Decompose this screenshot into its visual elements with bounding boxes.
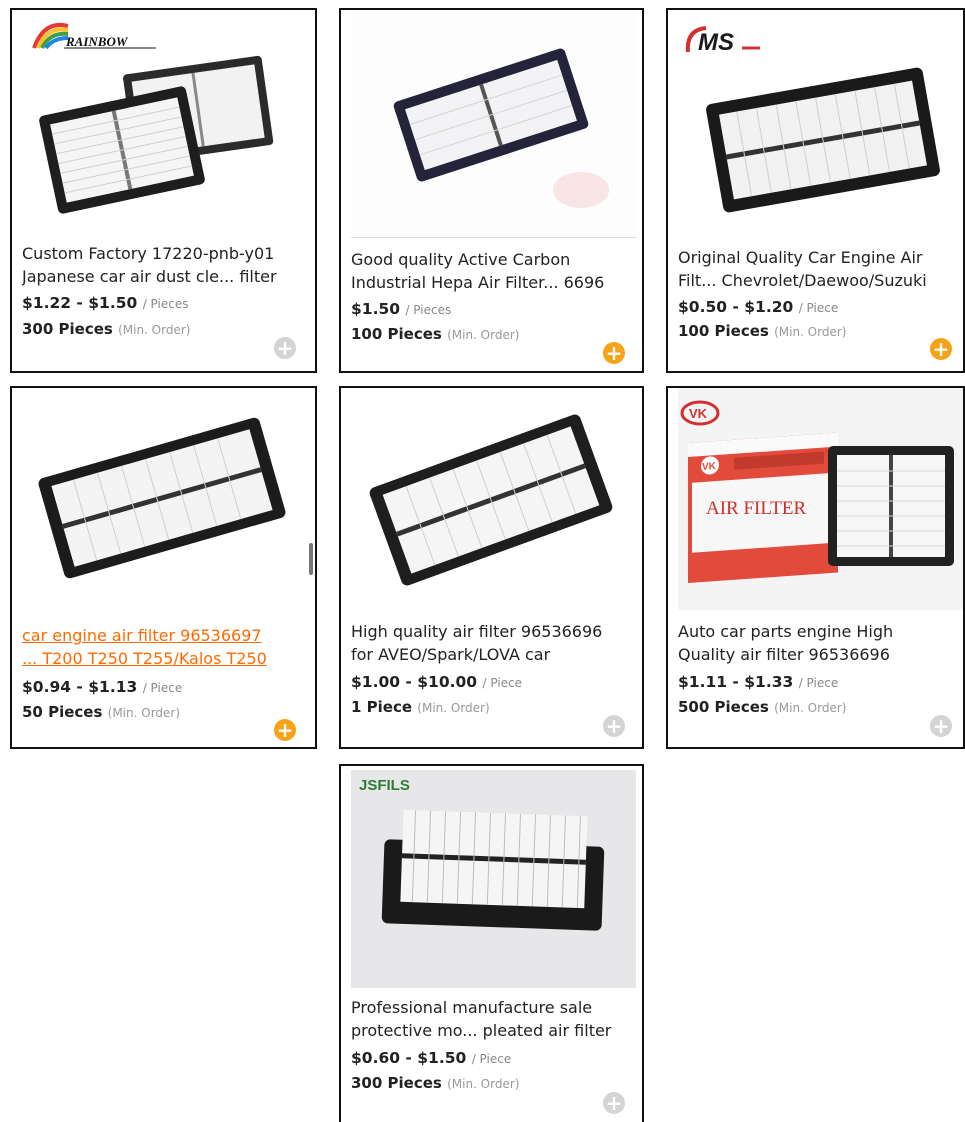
- product-image[interactable]: [341, 388, 642, 610]
- product-price: $1.00 - $10.00 / Piece: [351, 673, 523, 691]
- product-card[interactable]: JSFILS Professional manufacture sale pro…: [339, 764, 644, 1122]
- min-order: 500 Pieces (Min. Order): [678, 698, 847, 716]
- min-order: 300 Pieces (Min. Order): [351, 1074, 520, 1092]
- product-image[interactable]: MS: [668, 10, 963, 240]
- product-image[interactable]: RAINBOW: [12, 10, 315, 235]
- min-order: 1 Piece (Min. Order): [351, 698, 490, 716]
- product-image[interactable]: VK AIR FILTER VK: [678, 388, 963, 610]
- product-card[interactable]: MS Original Quality Car Engine Air Filt.…: [666, 8, 965, 373]
- air-filter-box-image: VK AIR FILTER: [678, 388, 963, 610]
- add-to-cart-icon[interactable]: +: [930, 338, 952, 360]
- air-filter-image: JSFILS: [351, 770, 636, 988]
- air-filter-image: [38, 417, 286, 579]
- min-order: 100 Pieces (Min. Order): [351, 325, 520, 343]
- svg-text:MS: MS: [698, 29, 734, 56]
- min-order: 300 Pieces (Min. Order): [22, 320, 191, 338]
- product-title[interactable]: Auto car parts engine High Quality air f…: [678, 620, 955, 666]
- ms-logo: MS: [684, 24, 764, 58]
- product-title[interactable]: Professional manufacture sale protective…: [351, 996, 634, 1042]
- product-card[interactable]: Good quality Active Carbon Industrial He…: [339, 8, 644, 373]
- box-label: AIR FILTER: [706, 498, 806, 519]
- add-to-cart-icon[interactable]: +: [603, 715, 625, 737]
- product-card[interactable]: High quality air filter 96536696 for AVE…: [339, 386, 644, 749]
- product-price: $0.94 - $1.13 / Piece: [22, 678, 183, 696]
- product-price: $1.11 - $1.33 / Piece: [678, 673, 839, 691]
- product-card[interactable]: car engine air filter 96536697 ... T200 …: [10, 386, 317, 749]
- min-order: 50 Pieces (Min. Order): [22, 703, 181, 721]
- vk-logo: VK: [680, 400, 720, 426]
- product-price: $1.22 - $1.50 / Pieces: [22, 294, 189, 312]
- air-filter-image: [369, 414, 613, 586]
- add-to-cart-icon[interactable]: +: [274, 337, 296, 359]
- product-price: $0.60 - $1.50 / Piece: [351, 1049, 512, 1067]
- product-card[interactable]: VK AIR FILTER VK Auto car parts engine H…: [666, 386, 965, 749]
- jsfils-logo: JSFILS: [359, 777, 410, 794]
- min-order: 100 Pieces (Min. Order): [678, 322, 847, 340]
- svg-text:VK: VK: [689, 406, 708, 421]
- air-filter-image: [351, 10, 636, 237]
- add-to-cart-icon[interactable]: +: [603, 1092, 625, 1114]
- product-title[interactable]: Original Quality Car Engine Air Filt... …: [678, 246, 955, 292]
- svg-text:VK: VK: [702, 461, 717, 473]
- svg-text:RAINBOW: RAINBOW: [65, 34, 129, 49]
- add-to-cart-icon[interactable]: +: [603, 342, 625, 364]
- product-price: $0.50 - $1.20 / Piece: [678, 298, 839, 316]
- product-image[interactable]: JSFILS: [351, 770, 636, 988]
- product-title[interactable]: Custom Factory 17220-pnb-y01 Japanese ca…: [22, 242, 307, 288]
- product-image[interactable]: [351, 10, 636, 238]
- product-title-link[interactable]: car engine air filter 96536697 ... T200 …: [22, 624, 307, 670]
- product-title[interactable]: Good quality Active Carbon Industrial He…: [351, 248, 634, 294]
- product-title[interactable]: High quality air filter 96536696 for AVE…: [351, 620, 634, 666]
- product-image[interactable]: [12, 388, 315, 610]
- product-price: $1.50 / Pieces: [351, 300, 452, 318]
- rainbow-logo: RAINBOW: [28, 20, 158, 52]
- add-to-cart-icon[interactable]: +: [930, 715, 952, 737]
- product-card[interactable]: RAINBOW Custom Factory 17220-pnb-y01 Jap…: [10, 8, 317, 373]
- scrollbar-thumb[interactable]: [309, 543, 313, 575]
- add-to-cart-icon[interactable]: +: [274, 719, 296, 741]
